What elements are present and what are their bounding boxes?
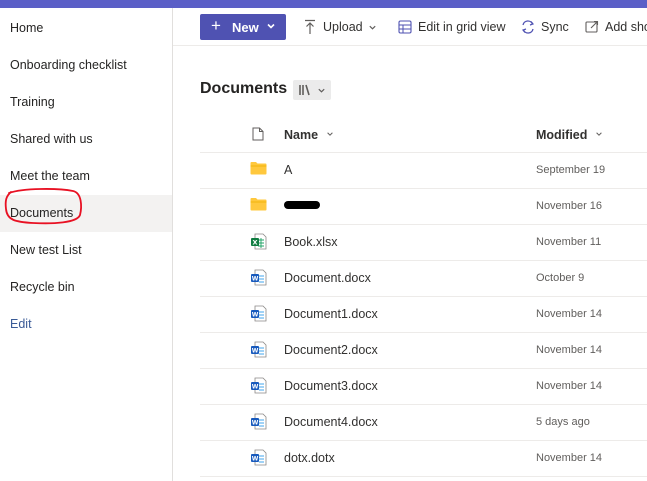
word-file-icon: W: [250, 341, 267, 363]
name-column-label: Name: [284, 128, 319, 142]
sync-icon: [521, 20, 535, 34]
nav-item-label: Meet the team: [10, 169, 90, 183]
nav-item-documents[interactable]: Documents: [0, 195, 172, 232]
svg-text:W: W: [252, 420, 259, 427]
word-file-icon: W: [250, 449, 267, 471]
svg-text:W: W: [252, 312, 259, 319]
file-name-link[interactable]: Document2.docx: [284, 343, 378, 357]
nav-item-recycle-bin[interactable]: Recycle bin: [0, 269, 172, 306]
redacted-name: [284, 201, 320, 209]
edit-in-grid-view-button[interactable]: Edit in grid view: [398, 8, 508, 45]
file-name-link[interactable]: A: [284, 163, 292, 177]
nav-item-training[interactable]: Training: [0, 84, 172, 121]
table-row[interactable]: W Document3.docx November 14: [200, 368, 647, 405]
table-row[interactable]: A September 19: [200, 152, 647, 189]
folder-icon: [250, 197, 267, 216]
file-type-icon[interactable]: [252, 127, 264, 141]
modified-date: September 19: [536, 164, 606, 176]
table-row[interactable]: W Document1.docx November 14: [200, 296, 647, 333]
chevron-down-icon: [267, 23, 275, 29]
file-name-link[interactable]: dotx.dotx: [284, 451, 335, 465]
table-row[interactable]: November 16: [200, 188, 647, 225]
command-bar: + New Upload Edit in grid view Sync Add …: [173, 8, 647, 46]
nav-item-label: Home: [10, 21, 44, 35]
file-name-link[interactable]: Document3.docx: [284, 379, 378, 393]
nav-item-label: Documents: [10, 206, 74, 220]
word-file-icon: W: [250, 305, 267, 327]
nav-edit-link[interactable]: Edit: [0, 306, 172, 343]
svg-text:W: W: [252, 456, 259, 463]
svg-text:W: W: [252, 348, 259, 355]
modified-column-header[interactable]: Modified: [536, 128, 603, 142]
modified-date: November 11: [536, 236, 602, 248]
nav-item-label: New test List: [10, 243, 82, 257]
modified-date: November 14: [536, 344, 603, 356]
modified-date: November 14: [536, 308, 603, 320]
library-view-switcher[interactable]: [293, 80, 331, 100]
add-shortcut-button[interactable]: Add sho: [585, 8, 647, 45]
svg-text:W: W: [252, 276, 259, 283]
nav-item-new-test-list[interactable]: New test List: [0, 232, 172, 269]
folder-icon: [250, 161, 267, 180]
grid-icon: [398, 20, 412, 34]
name-column-header[interactable]: Name: [284, 128, 334, 142]
upload-icon: [305, 19, 315, 34]
add-shortcut-icon: [585, 20, 599, 33]
table-row[interactable]: Wdotx.dotx November 14: [200, 440, 647, 477]
modified-date: November 14: [536, 380, 603, 392]
nav-item-label: Onboarding checklist: [10, 58, 127, 72]
main-content: + New Upload Edit in grid view Sync Add …: [173, 8, 647, 481]
upload-button[interactable]: Upload: [303, 8, 383, 45]
nav-item-shared-with-us[interactable]: Shared with us: [0, 121, 172, 158]
modified-date: November 16: [536, 200, 603, 212]
table-row[interactable]: W Document.docx October 9: [200, 260, 647, 297]
grid-view-label: Edit in grid view: [418, 20, 506, 34]
table-row[interactable]: W Document2.docx November 14: [200, 332, 647, 369]
sync-label: Sync: [541, 20, 569, 34]
chevron-down-icon: [596, 132, 602, 136]
table-row[interactable]: W Document4.docx 5 days ago: [200, 404, 647, 441]
add-shortcut-label: Add sho: [605, 20, 647, 34]
sync-button[interactable]: Sync: [520, 8, 570, 45]
chevron-down-icon: [318, 88, 325, 93]
nav-item-label: Training: [10, 95, 55, 109]
excel-file-icon: X: [250, 233, 267, 255]
file-name-link[interactable]: Book.xlsx: [284, 235, 338, 249]
nav-edit-label: Edit: [10, 317, 32, 331]
nav-item-home[interactable]: Home: [0, 10, 172, 47]
list-header: Name Modified: [200, 116, 647, 153]
svg-text:W: W: [252, 384, 259, 391]
upload-label: Upload: [323, 20, 363, 34]
modified-column-label: Modified: [536, 128, 588, 142]
chevron-down-icon: [326, 132, 333, 136]
svg-text:X: X: [252, 239, 257, 247]
new-button[interactable]: + New: [200, 14, 286, 40]
nav-item-meet-the-team[interactable]: Meet the team: [0, 158, 172, 195]
word-file-icon: W: [250, 377, 267, 399]
plus-icon: +: [211, 16, 221, 35]
word-file-icon: W: [250, 413, 267, 435]
top-accent-bar: [0, 0, 647, 8]
new-button-label: New: [232, 20, 259, 35]
nav-item-label: Shared with us: [10, 132, 93, 146]
file-name-link[interactable]: Document.docx: [284, 271, 371, 285]
file-name-link[interactable]: Document4.docx: [284, 415, 378, 429]
word-file-icon: W: [250, 269, 267, 291]
nav-item-onboarding-checklist[interactable]: Onboarding checklist: [0, 47, 172, 84]
nav-item-label: Recycle bin: [10, 280, 75, 294]
modified-date: 5 days ago: [536, 416, 590, 428]
library-icon: [299, 84, 310, 96]
site-navigation: Home Onboarding checklist Training Share…: [0, 8, 173, 481]
page-title: Documents: [200, 80, 288, 97]
file-name-link[interactable]: Document1.docx: [284, 307, 378, 321]
modified-date: October 9: [536, 272, 585, 284]
table-row[interactable]: X Book.xlsx November 11: [200, 224, 647, 261]
chevron-down-icon: [369, 25, 376, 30]
modified-date: November 14: [536, 452, 603, 464]
